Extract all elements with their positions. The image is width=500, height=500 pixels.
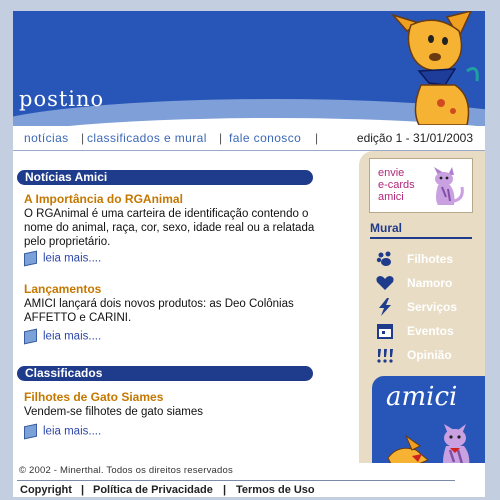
article-body: O RGAnimal é uma carteira de identificaç…: [24, 208, 315, 248]
nav-noticias[interactable]: notícias: [24, 131, 69, 145]
read-more-link[interactable]: leia mais....: [24, 250, 101, 267]
paw-icon: [376, 251, 391, 266]
footer-link-privacy[interactable]: Política de Privacidade: [93, 484, 213, 496]
content-frame: postino notícias | classificados e mural…: [13, 11, 485, 497]
calendar-icon: [377, 324, 393, 339]
news-article: Lançamentos AMICI lançará dois novos pro…: [24, 282, 324, 325]
news-section-title: Notícias Amici: [17, 170, 313, 185]
classifieds-section-title: Classificados: [17, 366, 313, 381]
article-heading[interactable]: Filhotes de Gato Siames: [24, 390, 324, 404]
article-body: Vendem-se filhotes de gato siames: [24, 406, 203, 418]
ecard-box[interactable]: envie e-cards amici: [369, 158, 473, 213]
mural-item-servicos[interactable]: Serviços: [375, 297, 471, 317]
nav-fale-conosco[interactable]: fale conosco: [229, 131, 301, 145]
document-icon: [24, 423, 37, 440]
news-article: A Importância do RGAnimal O RGAnimal é u…: [24, 192, 324, 249]
nav-separator: |: [219, 131, 223, 145]
article-heading[interactable]: Lançamentos: [24, 282, 324, 296]
read-more-label[interactable]: leia mais....: [43, 331, 101, 343]
document-icon: [24, 328, 37, 345]
header-banner: postino: [13, 11, 485, 126]
read-more-link[interactable]: leia mais....: [24, 328, 101, 345]
mural-item-opiniao[interactable]: Opinião: [375, 345, 471, 365]
heart-icon: [376, 276, 394, 290]
read-more-label[interactable]: leia mais....: [43, 253, 101, 265]
article-body: AMICI lançará dois novos produtos: as De…: [24, 298, 294, 324]
cat-icon: [434, 167, 464, 205]
mural-item-label[interactable]: Filhotes: [407, 252, 453, 266]
read-more-label[interactable]: leia mais....: [43, 426, 101, 438]
site-logo[interactable]: postino: [19, 87, 104, 111]
classified-article: Filhotes de Gato Siames Vendem-se filhot…: [24, 390, 324, 419]
footer-separator: |: [223, 484, 227, 496]
dog-mascot-illustration: [390, 11, 479, 125]
mural-item-label[interactable]: Opinião: [407, 348, 452, 362]
mural-title: Mural: [370, 221, 472, 239]
edition-date: edição 1 - 31/01/2003: [356, 131, 473, 145]
page: postino notícias | classificados e mural…: [0, 0, 500, 500]
mural-item-eventos[interactable]: Eventos: [375, 321, 471, 341]
mural-item-filhotes[interactable]: Filhotes: [375, 249, 471, 269]
footer-link-copyright[interactable]: Copyright: [20, 484, 72, 496]
mural-item-label[interactable]: Namoro: [407, 276, 452, 290]
read-more-link[interactable]: leia mais....: [24, 423, 101, 440]
mural-item-namoro[interactable]: Namoro: [375, 273, 471, 293]
nav-separator: |: [81, 131, 85, 145]
speech-marks-icon: [377, 349, 393, 363]
top-navigation: notícias | classificados e mural | fale …: [13, 126, 485, 151]
document-icon: [24, 250, 37, 267]
amici-logo: amici: [386, 382, 458, 412]
nav-separator: |: [315, 131, 319, 145]
article-heading[interactable]: A Importância do RGAnimal: [24, 192, 324, 206]
lightning-icon: [379, 298, 391, 316]
footer-link-terms[interactable]: Termos de Uso: [236, 484, 315, 496]
footer: © 2002 - Minerthal. Todos os direitos re…: [13, 463, 485, 497]
ecard-label[interactable]: envie e-cards amici: [378, 167, 415, 203]
footer-separator: |: [81, 484, 85, 496]
copyright-notice: © 2002 - Minerthal. Todos os direitos re…: [19, 465, 233, 476]
amici-brand-box[interactable]: amici: [372, 376, 485, 473]
mural-item-label[interactable]: Serviços: [407, 300, 457, 314]
main-content: Notícias Amici A Importância do RGAnimal…: [13, 151, 371, 465]
nav-classificados-e-mural[interactable]: classificados e mural: [87, 131, 207, 145]
footer-divider: [17, 480, 455, 481]
mural-item-label[interactable]: Eventos: [407, 324, 454, 338]
